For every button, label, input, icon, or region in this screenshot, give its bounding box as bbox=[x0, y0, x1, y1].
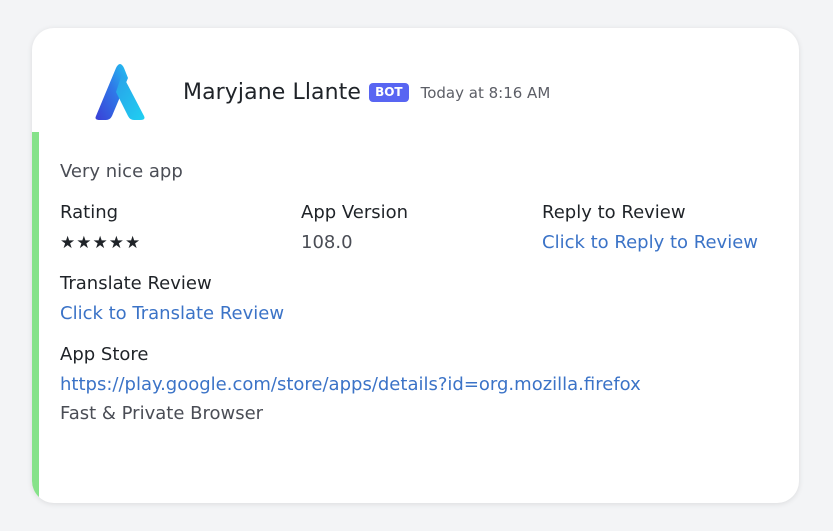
bot-badge: BOT bbox=[369, 83, 409, 102]
reply-link[interactable]: Click to Reply to Review bbox=[542, 232, 758, 253]
app-store-link[interactable]: https://play.google.com/store/apps/detai… bbox=[60, 374, 641, 395]
embed-description: Very nice app bbox=[60, 161, 183, 182]
app-logo-icon[interactable] bbox=[88, 58, 152, 122]
message-header: Maryjane Llante BOT Today at 8:16 AM bbox=[183, 80, 550, 105]
translate-link[interactable]: Click to Translate Review bbox=[60, 303, 284, 324]
field-reply-name: Reply to Review bbox=[542, 202, 686, 223]
field-translate-name: Translate Review bbox=[60, 273, 212, 294]
field-reply: Reply to Review Click to Reply to Review bbox=[542, 201, 758, 255]
app-store-subtitle: Fast & Private Browser bbox=[60, 403, 264, 424]
field-app-store: App Store https://play.google.com/store/… bbox=[60, 343, 641, 426]
field-app-version-name: App Version bbox=[301, 202, 409, 223]
message-card: Maryjane Llante BOT Today at 8:16 AM Ver… bbox=[32, 28, 799, 503]
rating-stars: ★★★★★ bbox=[60, 233, 142, 253]
message-timestamp: Today at 8:16 AM bbox=[420, 83, 551, 102]
author-name[interactable]: Maryjane Llante bbox=[183, 80, 361, 105]
app-version-value: 108.0 bbox=[301, 232, 353, 253]
field-rating-name: Rating bbox=[60, 202, 119, 223]
field-app-version: App Version 108.0 bbox=[301, 201, 408, 255]
embed-accent-bar bbox=[32, 132, 39, 503]
field-rating: Rating ★★★★★ bbox=[60, 201, 141, 255]
field-app-store-name: App Store bbox=[60, 344, 149, 365]
field-translate: Translate Review Click to Translate Revi… bbox=[60, 272, 284, 326]
